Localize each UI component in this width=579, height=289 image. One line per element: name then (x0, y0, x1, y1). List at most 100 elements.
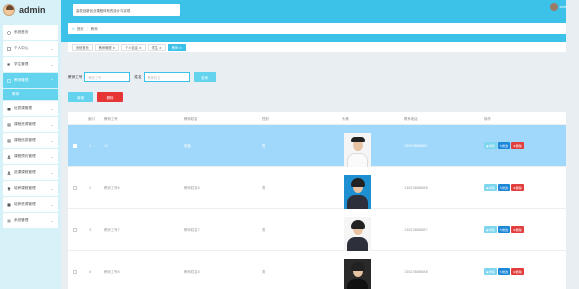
row-delete-button[interactable]: ⊗ 删除 (511, 268, 524, 275)
row-checkbox[interactable] (73, 143, 77, 148)
person-icon (7, 154, 11, 159)
row-delete-button[interactable]: ⊗ 删除 (511, 226, 524, 233)
cell-teacher-no: 教师工号6 (104, 186, 120, 190)
search-button[interactable]: 查询 (193, 72, 216, 82)
row-actions: ◉ 详情 ✎ 修改 ⊗ 删除 (484, 184, 525, 191)
table-row[interactable]: 1 11 张薇 男 13823888881 ◉ 详情 ✎ 修改 ⊗ 删除 (68, 125, 566, 167)
teacher-no-label: 教师工号 (68, 74, 83, 79)
breadcrumb-home-icon[interactable]: ⊙ (72, 27, 75, 31)
row-checkbox[interactable] (73, 227, 77, 232)
sidebar-item-teachers[interactable]: 教师管理 ⌃ (3, 73, 58, 88)
row-delete-button[interactable]: ⊗ 删除 (511, 184, 524, 191)
sidebar-item-students[interactable]: 学生管理 ⌄ (3, 57, 58, 72)
cell-teacher-no: 教师工号7 (104, 228, 120, 232)
bulb-icon (7, 186, 11, 191)
edit-button[interactable]: ✎ 修改 (497, 142, 511, 149)
admin-avatar (3, 4, 15, 16)
sidebar-subitem-label: 教师 (12, 92, 20, 96)
view-button[interactable]: ◉ 详情 (484, 142, 497, 149)
view-button[interactable]: ◉ 详情 (484, 184, 497, 191)
grid-icon (7, 78, 11, 83)
cell-index: 4 (89, 269, 92, 274)
app-title: admin (19, 5, 46, 15)
chevron-down-icon: ⌄ (50, 62, 54, 67)
sidebar-item-profile[interactable]: 个人中心 ⌄ (3, 41, 58, 56)
sidebar-item-training-resources[interactable]: 培养资源管理 ⌄ (3, 197, 58, 212)
sidebar-item-label: 课程信息管理 (14, 138, 36, 142)
cell-name: 教师姓名8 (184, 270, 200, 274)
sidebar-item-label: 选课课程管理 (14, 170, 36, 174)
logo-row: admin (0, 0, 61, 20)
cell-teacher-no: 教师工号8 (104, 270, 120, 274)
row-delete-button[interactable]: ⊗ 删除 (511, 142, 524, 149)
chevron-down-icon: ⌄ (50, 106, 54, 111)
sidebar-item-label: 培养资源管理 (14, 202, 36, 206)
edit-button[interactable]: ✎ 修改 (497, 226, 511, 233)
chevron-down-icon: ⌄ (50, 202, 54, 207)
tab-teacher-management[interactable]: 教师管理 × (94, 43, 120, 51)
view-button[interactable]: ◉ 详情 (484, 226, 497, 233)
scroll-gutter (566, 0, 579, 289)
apps-icon (7, 139, 11, 143)
sidebar-item-quality-courses[interactable]: 优质课管理 ⌄ (3, 101, 58, 116)
sidebar-item-course-info[interactable]: 课程信息管理 ⌄ (3, 133, 58, 148)
row-checkbox[interactable] (73, 185, 77, 190)
apps-icon (7, 123, 11, 127)
grid-icon (7, 203, 11, 207)
chevron-down-icon: ⌄ (50, 218, 54, 223)
breadcrumb: ⊙ 首页 / 教师 (68, 23, 566, 34)
teacher-no-input[interactable]: 教师工号 (84, 72, 131, 82)
tab-students[interactable]: 学生 × (147, 43, 166, 51)
chevron-up-icon: ⌃ (50, 78, 54, 83)
sidebar-item-label: 培养课程管理 (14, 186, 36, 190)
folder-icon (7, 107, 11, 111)
sidebar-item-course-resources[interactable]: 课程资源管理 ⌄ (3, 117, 58, 132)
flag-icon (7, 63, 11, 67)
chevron-down-icon: ⌄ (50, 154, 54, 159)
user-avatar (549, 3, 558, 11)
cell-name: 教师姓名7 (184, 228, 200, 232)
sidebar-item-home[interactable]: 系统首页 (3, 25, 58, 40)
tab-profile[interactable]: 个人信息 × (121, 43, 146, 51)
table-row[interactable]: 2 教师工号6 教师姓名6 男 13823888886 ◉ 详情 ✎ 修改 ⊗ 删除 (68, 167, 566, 209)
table-row[interactable]: 4 教师工号8 教师姓名8 男 13823888888 ◉ 详情 ✎ 修改 ⊗ 删除 (68, 251, 566, 289)
row-actions: ◉ 详情 ✎ 修改 ⊗ 删除 (484, 268, 525, 275)
cell-gender: 男 (262, 186, 266, 190)
cell-index: 2 (89, 185, 92, 190)
add-button[interactable]: 新增 (68, 92, 93, 102)
chevron-down-icon: ⌄ (50, 186, 54, 191)
teacher-photo (344, 258, 371, 289)
sidebar-subitem-teacher[interactable]: 教师 (3, 89, 58, 100)
tab-home[interactable]: 系统首页 (72, 43, 93, 51)
sidebar-menu: 系统首页 个人中心 ⌄ 学生管理 ⌄ 教师管理 ⌃ 教师 优质课管理 ⌄ 课程资… (0, 25, 61, 228)
sidebar-item-training-courses[interactable]: 培养课程管理 ⌄ (3, 181, 58, 196)
row-checkbox[interactable] (73, 269, 77, 274)
main-content: 教师工号 教师工号 姓名 教师姓名 查询 新增 删除 索引 教师工号 教师姓名 … (68, 57, 566, 289)
sidebar-item-system[interactable]: 系统管理 ⌄ (3, 213, 58, 228)
chevron-down-icon: ⌄ (50, 122, 54, 127)
cell-gender: 男 (262, 228, 266, 232)
col-teacher-no: 教师工号 (104, 116, 118, 121)
chevron-down-icon: ⌄ (50, 46, 54, 51)
table-row[interactable]: 3 教师工号7 教师姓名7 男 13823888887 ◉ 详情 ✎ 修改 ⊗ 删除 (68, 209, 566, 251)
user-icon (7, 46, 11, 51)
name-input[interactable]: 教师姓名 (143, 72, 190, 82)
breadcrumb-home[interactable]: 首页 (77, 26, 84, 31)
teacher-photo (344, 174, 371, 209)
view-button[interactable]: ◉ 详情 (484, 268, 497, 275)
tabs-bar: 系统首页 教师管理 × 个人信息 × 学生 × 教师 × (68, 42, 566, 52)
cell-gender: 男 (262, 144, 266, 148)
sidebar-item-label: 个人中心 (14, 46, 29, 50)
cell-teacher-no: 11 (104, 143, 109, 148)
edit-button[interactable]: ✎ 修改 (497, 268, 511, 275)
edit-button[interactable]: ✎ 修改 (497, 184, 511, 191)
sidebar-item-course-selection[interactable]: 选课课程管理 ⌄ (3, 165, 58, 180)
sidebar-item-label: 优质课管理 (14, 106, 32, 110)
chevron-down-icon: ⌄ (50, 170, 54, 175)
delete-button[interactable]: 删除 (97, 92, 123, 102)
sidebar-item-label: 系统首页 (14, 30, 29, 34)
cell-phone: 13823888886 (404, 185, 428, 190)
row-actions: ◉ 详情 ✎ 修改 ⊗ 删除 (484, 142, 525, 149)
tab-teacher[interactable]: 教师 × (167, 43, 186, 51)
sidebar-item-course-booking[interactable]: 课程预约管理 ⌄ (3, 149, 58, 164)
